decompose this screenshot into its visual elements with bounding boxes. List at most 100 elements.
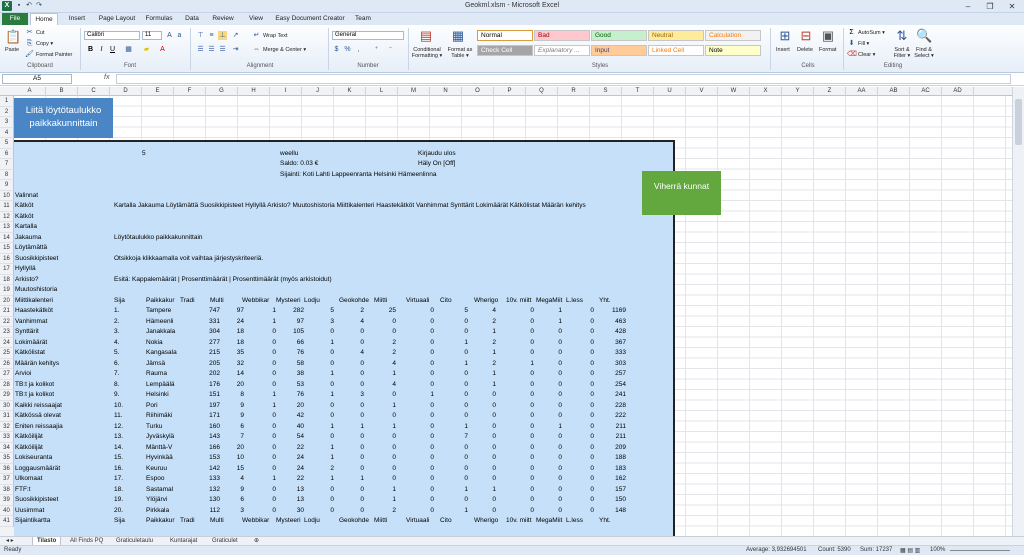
align-middle-icon[interactable]: ≡ [207, 31, 216, 40]
table-header[interactable]: Sija [114, 516, 125, 527]
paste-button[interactable]: Paste [5, 47, 19, 53]
row-header[interactable]: 12 [0, 211, 14, 222]
column-header[interactable]: K [334, 87, 366, 96]
insert-cells-icon[interactable]: ⊞ [777, 28, 793, 44]
row-header[interactable]: 6 [0, 148, 14, 159]
column-header[interactable]: Z [814, 87, 846, 96]
shrink-font-icon[interactable]: a [175, 31, 184, 40]
table-header[interactable]: 10v. miitt [506, 516, 532, 527]
table-header[interactable]: Multi [210, 296, 224, 307]
row-header[interactable]: 28 [0, 379, 14, 390]
autosum-button[interactable]: AutoSum ▾ [858, 30, 885, 36]
column-header[interactable]: E [142, 87, 174, 96]
align-left-icon[interactable]: ☰ [196, 45, 205, 54]
menu-item[interactable]: Hyllyllä [15, 264, 36, 275]
row-header[interactable]: 35 [0, 453, 14, 464]
find-select-button[interactable]: Find & Select ▾ [912, 47, 936, 59]
row-header[interactable]: 27 [0, 369, 14, 380]
format-painter-icon[interactable]: 🖌 [25, 50, 34, 59]
align-right-icon[interactable]: ☰ [218, 45, 227, 54]
decrease-decimal-icon[interactable]: ⁻ [386, 45, 395, 54]
tab-formulas[interactable]: Formulas [142, 13, 176, 25]
menu-item[interactable]: Miittikalenteri [15, 296, 53, 307]
table-header[interactable]: Geokohde [339, 516, 369, 527]
row-header[interactable]: 41 [0, 516, 14, 527]
menu-item[interactable]: Kätköt [15, 201, 33, 212]
tab-file[interactable]: File [2, 13, 28, 25]
align-center-icon[interactable]: ☰ [207, 45, 216, 54]
row-header[interactable]: 14 [0, 232, 14, 243]
menu-item[interactable]: Löytämättä [15, 243, 47, 254]
row-header[interactable]: 11 [0, 201, 14, 212]
menu-item[interactable]: TB:t ja kolikot [15, 390, 54, 401]
table-header[interactable]: L.less [566, 516, 583, 527]
conditional-formatting-button[interactable]: Conditional Formatting ▾ [410, 47, 444, 59]
menu-item[interactable]: Haastekätköt [15, 306, 53, 317]
column-header[interactable]: V [686, 87, 718, 96]
row-header[interactable]: 21 [0, 306, 14, 317]
style-calculation[interactable]: Calculation [705, 30, 761, 41]
menu-item[interactable]: Vanhimmat [15, 317, 47, 328]
table-header[interactable]: L.less [566, 296, 583, 307]
scrollbar-thumb[interactable] [1015, 99, 1022, 145]
page-view-icons[interactable]: ▦ ▤ ▥ [900, 547, 920, 554]
column-header[interactable]: T [622, 87, 654, 96]
style-linked-cell[interactable]: Linked Cell [648, 45, 704, 56]
row-header[interactable]: 38 [0, 484, 14, 495]
menu-item[interactable]: Suosikkipisteet [15, 495, 58, 506]
table-header[interactable]: Mysteeri [276, 516, 301, 527]
row-header[interactable]: 37 [0, 474, 14, 485]
municipality-cell[interactable]: Hämeenli [146, 317, 173, 328]
copy-icon[interactable]: ⎘ [25, 39, 34, 48]
table-header[interactable]: Wherigo [474, 296, 498, 307]
username-link[interactable]: weellu [280, 149, 298, 160]
menu-item[interactable]: Muutoshistoria [15, 285, 57, 296]
menu-item[interactable]: Jakauma [15, 233, 41, 244]
row-header[interactable]: 5 [0, 138, 14, 149]
format-as-table-button[interactable]: Format as Table ▾ [446, 47, 474, 59]
row-header[interactable]: 22 [0, 316, 14, 327]
style-check-cell[interactable]: Check Cell [477, 45, 533, 56]
paste-icon[interactable]: 📋 [5, 29, 21, 45]
green-municipalities-button[interactable]: Viherrä kunnat [642, 171, 721, 215]
row-header[interactable]: 9 [0, 180, 14, 191]
style-note[interactable]: Note [705, 45, 761, 56]
fill-icon[interactable]: ⬇ [847, 39, 856, 48]
column-header[interactable]: AC [910, 87, 942, 96]
menu-item[interactable]: Uusimmat [15, 506, 44, 517]
column-header[interactable]: G [206, 87, 238, 96]
municipality-cell[interactable]: Janakkala [146, 327, 175, 338]
column-header[interactable]: I [270, 87, 302, 96]
table-header[interactable]: MegaMiit [536, 296, 562, 307]
format-cells-icon[interactable]: ▣ [820, 28, 836, 44]
format-cells-button[interactable]: Format [819, 47, 836, 53]
sort-filter-button[interactable]: Sort & Filter ▾ [890, 47, 914, 59]
tab-easy-document-creator[interactable]: Easy Document Creator [274, 13, 346, 25]
table-header[interactable]: Sija [114, 296, 125, 307]
logout-link[interactable]: Kirjaudu ulos [418, 149, 456, 160]
municipality-cell[interactable]: Jämsä [146, 359, 165, 370]
conditional-formatting-icon[interactable]: ▤ [418, 28, 434, 44]
style-normal[interactable]: Normal [477, 30, 533, 41]
alarm-toggle[interactable]: Häly On [Off] [418, 159, 455, 170]
row-header[interactable]: 39 [0, 495, 14, 506]
fill-color-icon[interactable]: ▰ [142, 45, 151, 54]
row-header[interactable]: 15 [0, 243, 14, 254]
menu-item[interactable]: Lokimäärät [15, 338, 47, 349]
row-header[interactable]: 2 [0, 106, 14, 117]
table-header[interactable]: Mysteeri [276, 296, 301, 307]
row-header[interactable]: 23 [0, 327, 14, 338]
menu-item[interactable]: Arvioi [15, 369, 31, 380]
tab-view[interactable]: View [243, 13, 269, 25]
column-header[interactable]: P [494, 87, 526, 96]
jakauma-link[interactable]: Löytötaulukko paikkakunnittain [114, 233, 203, 244]
municipality-cell[interactable]: Nokia [146, 338, 163, 349]
grow-font-icon[interactable]: A [165, 31, 174, 40]
tab-page-layout[interactable]: Page Layout [95, 13, 139, 25]
row-header[interactable]: 20 [0, 295, 14, 306]
municipality-cell[interactable]: Riihimäki [146, 411, 172, 422]
menu-item[interactable]: Ulkomaat [15, 474, 42, 485]
table-header[interactable]: Yht. [599, 516, 611, 527]
insert-function-icon[interactable]: fx [104, 74, 109, 81]
menu-item[interactable]: Synttärit [15, 327, 39, 338]
